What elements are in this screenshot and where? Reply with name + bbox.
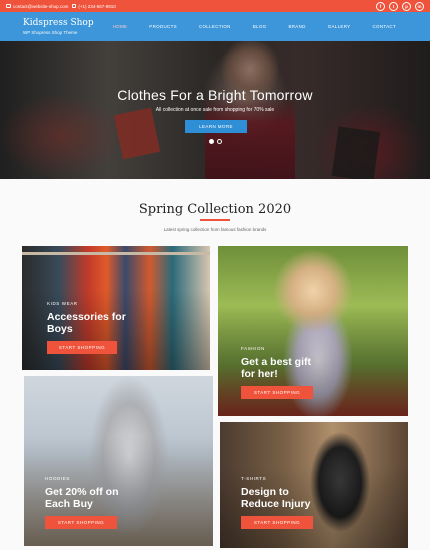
card-category: T-Shirts xyxy=(241,476,267,481)
phone-item[interactable]: (+1) 234-567-8910 xyxy=(72,4,116,9)
site-tagline: WP Shopress Shop Theme xyxy=(23,30,78,35)
card-category: Hoodies xyxy=(45,476,70,481)
mail-icon xyxy=(6,4,11,8)
card-category: Fashion xyxy=(241,346,265,351)
facebook-icon[interactable]: f xyxy=(376,1,385,11)
twitter-icon[interactable]: t xyxy=(389,1,398,11)
promo-card-gift[interactable]: Fashion Get a best gift for her! Start S… xyxy=(218,246,408,416)
card-title-line: Get 20% off on xyxy=(45,486,119,498)
learn-more-button[interactable]: Learn More xyxy=(185,120,247,133)
section-subtitle: Latest spring collection from famous fas… xyxy=(163,227,267,232)
hero-subtitle: All collection at once sale from shoppin… xyxy=(155,107,275,113)
card-title-line: for her! xyxy=(241,368,278,380)
email-text[interactable]: contact@website-shop.com xyxy=(13,4,68,9)
start-shopping-button[interactable]: Start Shopping xyxy=(45,516,117,529)
instagram-icon[interactable]: in xyxy=(415,1,424,11)
hero-title: Clothes For a Bright Tomorrow xyxy=(117,87,313,103)
card-title: Design to Reduce Injury xyxy=(241,486,310,510)
card-title-line: Get a best gift xyxy=(241,356,312,368)
menu-item-brand[interactable]: Brand xyxy=(277,24,316,29)
card-title: Get a best gift for her! xyxy=(241,356,311,380)
pinterest-icon[interactable]: p xyxy=(402,1,411,11)
card-category: Kids Wear xyxy=(47,301,78,306)
start-shopping-button[interactable]: Start Shopping xyxy=(241,386,313,399)
card-title: Accessories for Boys xyxy=(47,311,126,335)
slider-dot[interactable] xyxy=(217,139,222,144)
title-underline xyxy=(200,219,230,221)
menu-item-gallery[interactable]: Gallery xyxy=(317,24,362,29)
menu-item-collection[interactable]: Collection xyxy=(188,24,242,29)
slider-dot-active[interactable] xyxy=(209,139,214,144)
menu: Home Products Collection Blog Brand Gall… xyxy=(102,24,407,29)
slider-dots xyxy=(209,139,222,144)
contact-info: contact@website-shop.com (+1) 234-567-89… xyxy=(6,4,116,9)
top-bar: contact@website-shop.com (+1) 234-567-89… xyxy=(0,0,430,12)
card-title-line: Each Buy xyxy=(45,498,93,510)
start-shopping-button[interactable]: Start Shopping xyxy=(241,516,313,529)
menu-item-products[interactable]: Products xyxy=(138,24,188,29)
menu-item-blog[interactable]: Blog xyxy=(242,24,278,29)
card-title: Get 20% off on Each Buy xyxy=(45,486,119,510)
section-title: Spring Collection 2020 xyxy=(138,202,292,217)
card-overlay xyxy=(220,422,408,548)
site-title[interactable]: Kidspress Shop xyxy=(23,18,94,28)
phone-text[interactable]: (+1) 234-567-8910 xyxy=(78,4,115,9)
menu-item-contact[interactable]: Contact xyxy=(361,24,407,29)
hero-slider: Clothes For a Bright Tomorrow All collec… xyxy=(0,41,430,179)
main-navigation: Kidspress Shop WP Shopress Shop Theme Ho… xyxy=(0,12,430,41)
promo-card-hoodies[interactable]: Hoodies Get 20% off on Each Buy Start Sh… xyxy=(24,376,213,546)
brand[interactable]: Kidspress Shop WP Shopress Shop Theme xyxy=(23,18,94,35)
card-title-line: Reduce Injury xyxy=(241,498,311,510)
card-title-line: Boys xyxy=(47,323,73,335)
card-title-line: Design to xyxy=(241,486,289,498)
menu-item-home[interactable]: Home xyxy=(102,24,139,29)
social-links: f t p in xyxy=(376,1,424,11)
promo-card-boys[interactable]: Kids Wear Accessories for Boys Start Sho… xyxy=(22,246,210,370)
card-title-line: Accessories for xyxy=(47,311,126,323)
start-shopping-button[interactable]: Start Shopping xyxy=(47,341,117,354)
promo-card-tshirts[interactable]: T-Shirts Design to Reduce Injury Start S… xyxy=(220,422,408,548)
phone-icon xyxy=(72,4,77,8)
email-item[interactable]: contact@website-shop.com xyxy=(6,4,68,9)
